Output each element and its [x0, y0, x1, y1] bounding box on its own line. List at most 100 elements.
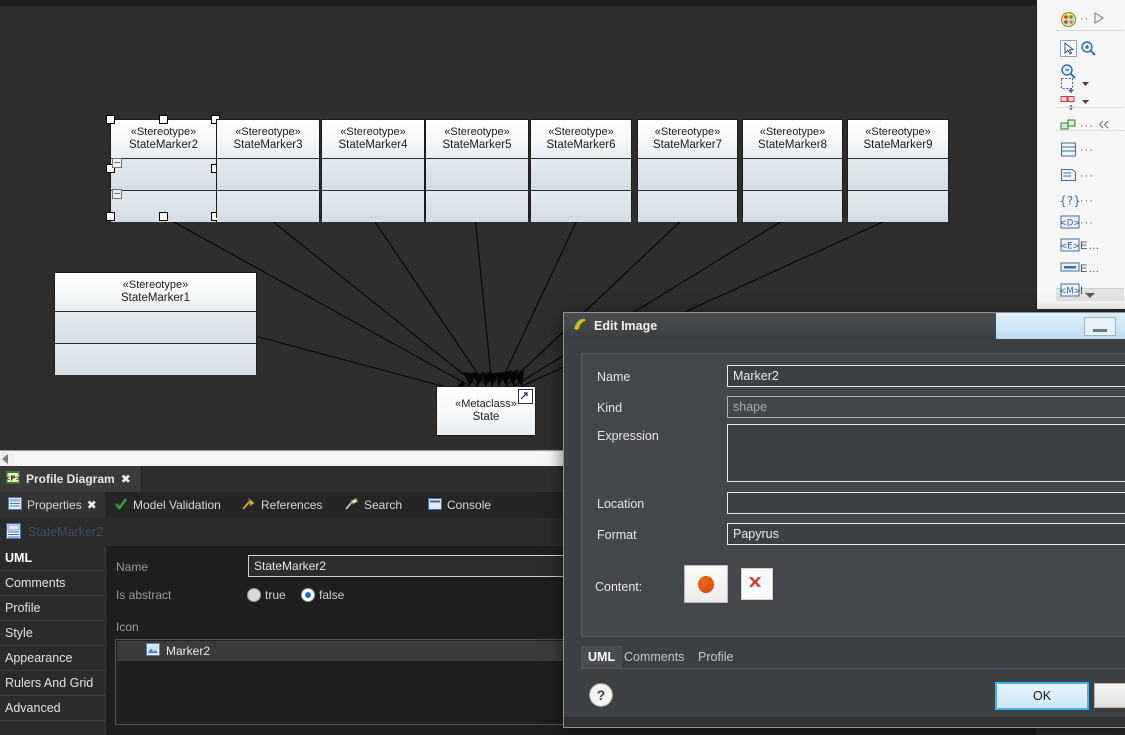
- help-button[interactable]: ?: [589, 683, 613, 707]
- selection-handle[interactable]: [106, 212, 115, 221]
- tab-console[interactable]: Console: [420, 492, 499, 518]
- double-chevron-icon[interactable]: [1097, 118, 1114, 135]
- diagram-palette[interactable]: ·· ··· ··· ··· {?} ··· <D> ··· <E> E… E… <M> I…: [1036, 0, 1125, 309]
- chevron-down-icon[interactable]: [1080, 95, 1097, 112]
- compartment-collapse-icon[interactable]: [112, 189, 122, 199]
- radio-is-abstract-false[interactable]: [301, 588, 315, 602]
- dialog-tab-comments[interactable]: Comments: [617, 646, 691, 668]
- cancel-button[interactable]: C: [1094, 683, 1125, 708]
- properties-side-tabs[interactable]: UML Comments Profile Style Appearance Rulers …: [0, 546, 105, 735]
- side-tab-profile[interactable]: Profile: [0, 596, 105, 621]
- node-operations-compartment[interactable]: [322, 191, 424, 222]
- stereotype-node[interactable]: «Stereotype» StateMarker3: [216, 119, 320, 222]
- label-is-abstract: Is abstract: [116, 588, 172, 602]
- tab-profile-diagram[interactable]: <P> Profile Diagram ✖: [0, 466, 142, 492]
- metaclass-stereotype: «Metaclass»: [455, 397, 517, 410]
- node-attributes-compartment[interactable]: [55, 312, 256, 344]
- node-attributes-compartment[interactable]: [426, 159, 528, 191]
- side-tab-appearance[interactable]: Appearance: [0, 646, 105, 671]
- node-operations-compartment[interactable]: [531, 191, 631, 222]
- scroll-left-arrow-icon[interactable]: [2, 454, 8, 464]
- profile-nodes-icon: [1060, 118, 1077, 135]
- dialog-form-panel[interactable]: Name Marker2 Kind shape Expression Locat…: [581, 353, 1125, 637]
- stereotype-icon: [6, 522, 21, 542]
- palette-item-package[interactable]: ···: [1056, 137, 1125, 163]
- side-tab-style[interactable]: Style: [0, 621, 105, 646]
- tab-label: Console: [447, 498, 492, 512]
- node-attributes-compartment[interactable]: [743, 159, 842, 191]
- node-operations-compartment[interactable]: [217, 191, 319, 222]
- stereotype-node[interactable]: «Stereotype» StateMarker9: [847, 119, 949, 222]
- selection-handle[interactable]: [106, 115, 115, 124]
- node-operations-compartment[interactable]: [55, 344, 256, 375]
- palette-item-profile-nodes[interactable]: ···: [1056, 113, 1125, 139]
- edit-image-dialog[interactable]: Edit Image Name Marker2 Kind shape Expre…: [563, 312, 1125, 728]
- stereotype-node[interactable]: «Stereotype» StateMarker6: [530, 119, 632, 222]
- stereotype-node[interactable]: «Stereotype» StateMarker4: [321, 119, 425, 222]
- tab-properties[interactable]: Properties ✖: [0, 492, 105, 518]
- side-tab-advanced[interactable]: Advanced: [0, 696, 105, 721]
- node-stereotype: «Stereotype»: [340, 125, 406, 138]
- tab-close-icon[interactable]: ✖: [87, 498, 97, 512]
- dialog-input-location[interactable]: [727, 492, 1125, 514]
- palette-item-comment[interactable]: ···: [1056, 163, 1125, 189]
- tab-search[interactable]: Search: [336, 492, 410, 518]
- node-operations-compartment[interactable]: [848, 191, 948, 222]
- dialog-minimize-button[interactable]: [1084, 317, 1116, 336]
- side-tab-label: Profile: [5, 601, 41, 615]
- stereotype-node[interactable]: «Stereotype» StateMarker8: [742, 119, 843, 222]
- node-operations-compartment[interactable]: [426, 191, 528, 222]
- selection-handle[interactable]: [158, 115, 168, 124]
- node-stereotype: «Stereotype»: [235, 125, 301, 138]
- zoom-in-icon[interactable]: [1080, 40, 1097, 57]
- node-name: StateMarker8: [757, 139, 828, 151]
- node-attributes-compartment[interactable]: [848, 159, 948, 191]
- tab-model-validation[interactable]: Model Validation: [106, 492, 229, 518]
- ok-button[interactable]: OK: [995, 682, 1089, 710]
- stereotype-node[interactable]: «Stereotype» StateMarker1: [54, 272, 257, 375]
- palette-separator: [1056, 130, 1124, 131]
- tab-close-icon[interactable]: ✖: [121, 472, 131, 486]
- node-header: «Stereotype» StateMarker1: [55, 273, 256, 312]
- dialog-tab-profile[interactable]: Profile: [691, 646, 740, 668]
- palette-item-label: ···: [1080, 170, 1094, 182]
- dialog-title-bar[interactable]: Edit Image: [564, 313, 1125, 339]
- select-arrow-icon[interactable]: [1092, 11, 1109, 28]
- node-attributes-compartment[interactable]: [638, 159, 737, 191]
- search-icon: [344, 497, 359, 514]
- dialog-input-name[interactable]: Marker2: [727, 365, 1125, 387]
- palette-item-metaclass[interactable]: <M> I…: [1056, 278, 1125, 304]
- dialog-input-format[interactable]: Papyrus: [727, 523, 1125, 545]
- node-name: StateMarker1: [120, 292, 191, 304]
- node-operations-compartment[interactable]: [743, 191, 842, 222]
- tab-references[interactable]: References: [233, 492, 330, 518]
- dialog-label-kind: Kind: [597, 401, 623, 415]
- selection-handle[interactable]: [158, 212, 168, 221]
- content-preview-button[interactable]: [684, 565, 728, 603]
- dialog-body[interactable]: Name Marker2 Kind shape Expression Locat…: [564, 339, 1125, 727]
- metaclass-node[interactable]: «Metaclass» State: [436, 386, 536, 436]
- palette-item-label: ···: [1080, 195, 1094, 207]
- stereotype-node[interactable]: «Stereotype» StateMarker7: [637, 119, 738, 222]
- node-operations-compartment[interactable]: [638, 191, 737, 222]
- node-attributes-compartment[interactable]: [322, 159, 424, 191]
- datatype-icon: <D>: [1060, 215, 1080, 232]
- palette-item-label: E…: [1080, 240, 1101, 252]
- selection-overlay: [106, 115, 220, 221]
- radio-is-abstract-true[interactable]: [247, 588, 261, 602]
- dialog-tab-bar[interactable]: UML Comments Profile: [581, 646, 1125, 668]
- node-attributes-compartment[interactable]: [531, 159, 631, 191]
- content-clear-button[interactable]: [741, 568, 773, 600]
- dialog-tab-uml[interactable]: UML: [581, 646, 623, 668]
- metaclass-name: State: [472, 411, 500, 423]
- compartment-collapse-icon[interactable]: [112, 158, 122, 168]
- side-tab-comments[interactable]: Comments: [0, 571, 105, 596]
- palette-item-palette-colors[interactable]: ··: [1056, 6, 1125, 32]
- side-tab-label: Style: [5, 626, 33, 640]
- stereotype-node[interactable]: «Stereotype» StateMarker5: [425, 119, 529, 222]
- node-attributes-compartment[interactable]: [217, 159, 319, 191]
- dialog-input-expression[interactable]: [727, 424, 1125, 482]
- external-link-icon[interactable]: [518, 389, 533, 404]
- side-tab-uml[interactable]: UML: [0, 546, 105, 571]
- side-tab-rulers-and-grid[interactable]: Rulers And Grid: [0, 671, 105, 696]
